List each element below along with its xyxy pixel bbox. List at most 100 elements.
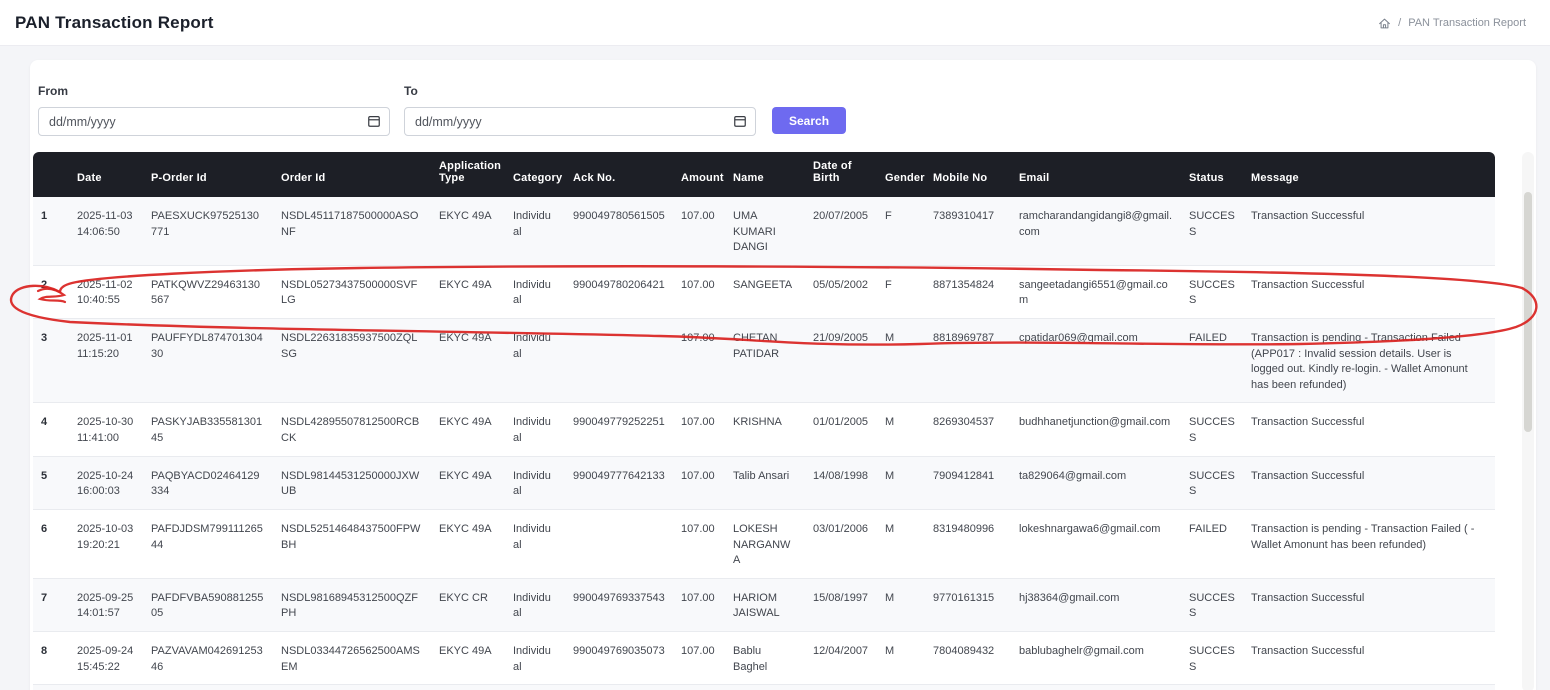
col-category: Category bbox=[505, 152, 565, 197]
cell-mobile-no: 9770161315 bbox=[925, 578, 1011, 631]
top-bar: PAN Transaction Report / PAN Transaction… bbox=[0, 0, 1550, 46]
table-scrollbar[interactable] bbox=[1522, 152, 1534, 690]
cell-category: Individual bbox=[505, 578, 565, 631]
calendar-icon[interactable] bbox=[733, 114, 747, 128]
page-content: From To Search bbox=[0, 46, 1550, 690]
breadcrumb-separator: / bbox=[1398, 17, 1401, 29]
cell-gender: F bbox=[877, 685, 925, 690]
col-ack-no: Ack No. bbox=[565, 152, 673, 197]
col-message: Message bbox=[1243, 152, 1495, 197]
cell-name: SANGEETA bbox=[725, 265, 805, 318]
home-icon[interactable] bbox=[1378, 17, 1391, 30]
col-email: Email bbox=[1011, 152, 1181, 197]
cell-ack-no: 990049769337543 bbox=[565, 578, 673, 631]
cell-p-order-id: PAFDJDSM79911126544 bbox=[143, 509, 273, 578]
to-label: To bbox=[404, 84, 756, 98]
table-row: 12025-11-03 14:06:50PAESXUCK97525130771N… bbox=[33, 197, 1495, 265]
cell-index: 8 bbox=[33, 631, 69, 684]
cell-gender: M bbox=[877, 578, 925, 631]
cell-index: 6 bbox=[33, 509, 69, 578]
cell-name: Talib Ansari bbox=[725, 456, 805, 509]
cell-order-id: NSDL42895507812500RCBCK bbox=[273, 403, 431, 456]
table-header-row: DateP-Order IdOrder IdApplication TypeCa… bbox=[33, 152, 1495, 197]
table-row: 82025-09-24 15:45:22PAZVAVAM04269125346N… bbox=[33, 631, 1495, 684]
cell-ack-no: 990049780206421 bbox=[565, 265, 673, 318]
cell-date-of-birth: 15/08/1997 bbox=[805, 578, 877, 631]
table-row: 62025-10-03 19:20:21PAFDJDSM79911126544N… bbox=[33, 509, 1495, 578]
cell-status: SUCCESS bbox=[1181, 265, 1243, 318]
cell-ack-no bbox=[565, 509, 673, 578]
cell-application-type: EKYC 49A bbox=[431, 265, 505, 318]
cell-email: sangeetadangi6551@gmail.com bbox=[1011, 265, 1181, 318]
cell-date: 2025-11-01 11:15:20 bbox=[69, 319, 143, 403]
to-date-input[interactable] bbox=[404, 107, 756, 136]
cell-name: CHETAN PATIDAR bbox=[725, 319, 805, 403]
cell-status: SUCCESS bbox=[1181, 403, 1243, 456]
cell-mobile-no: 8889793040 bbox=[925, 685, 1011, 690]
cell-mobile-no: 8818969787 bbox=[925, 319, 1011, 403]
cell-ack-no: 990049768624943 bbox=[565, 685, 673, 690]
cell-p-order-id: PAFDFVBA59088125505 bbox=[143, 578, 273, 631]
cell-p-order-id: PAUFFYDL87470130430 bbox=[143, 319, 273, 403]
col-date: Date bbox=[69, 152, 143, 197]
cell-p-order-id: PATKQWVZ29463130567 bbox=[143, 265, 273, 318]
calendar-icon[interactable] bbox=[367, 114, 381, 128]
cell-ack-no: 990049769035073 bbox=[565, 631, 673, 684]
cell-gender: M bbox=[877, 631, 925, 684]
cell-date-of-birth: 20/07/2005 bbox=[805, 197, 877, 265]
scrollbar-thumb[interactable] bbox=[1524, 192, 1532, 432]
col-mobile-no: Mobile No bbox=[925, 152, 1011, 197]
cell-application-type: EKYC 49A bbox=[431, 456, 505, 509]
breadcrumb: / PAN Transaction Report bbox=[1378, 16, 1526, 30]
cell-amount: 107.00 bbox=[673, 403, 725, 456]
cell-mobile-no: 7909412841 bbox=[925, 456, 1011, 509]
cell-application-type: EKYC 49A bbox=[431, 197, 505, 265]
cell-ack-no: 990049777642133 bbox=[565, 456, 673, 509]
cell-application-type: EKYC 49A bbox=[431, 685, 505, 690]
report-card: From To Search bbox=[30, 60, 1536, 690]
cell-mobile-no: 7389310417 bbox=[925, 197, 1011, 265]
cell-email: bablubaghelr@gmail.com bbox=[1011, 631, 1181, 684]
cell-p-order-id: PAQKQCPA37722125168 bbox=[143, 685, 273, 690]
col-p-order-id: P-Order Id bbox=[143, 152, 273, 197]
cell-name: UMA KUMARI DANGI bbox=[725, 197, 805, 265]
col-name: Name bbox=[725, 152, 805, 197]
filter-row: From To Search bbox=[30, 84, 1536, 152]
cell-name: HARIOM JAISWAL bbox=[725, 578, 805, 631]
page-title: PAN Transaction Report bbox=[15, 13, 214, 33]
cell-message: Transaction Successful bbox=[1243, 403, 1495, 456]
col-order-id: Order Id bbox=[273, 152, 431, 197]
cell-application-type: EKYC 49A bbox=[431, 631, 505, 684]
cell-gender: M bbox=[877, 456, 925, 509]
cell-email: hj38364@gmail.com bbox=[1011, 578, 1181, 631]
cell-message: Transaction is pending - Transaction Fai… bbox=[1243, 509, 1495, 578]
from-date-input[interactable] bbox=[38, 107, 390, 136]
cell-amount: 107.00 bbox=[673, 685, 725, 690]
cell-category: Individual bbox=[505, 509, 565, 578]
table-body: 12025-11-03 14:06:50PAESXUCK97525130771N… bbox=[33, 197, 1495, 690]
cell-amount: 107.00 bbox=[673, 631, 725, 684]
cell-date-of-birth: 12/04/2007 bbox=[805, 631, 877, 684]
cell-mobile-no: 8319480996 bbox=[925, 509, 1011, 578]
table-header: DateP-Order IdOrder IdApplication TypeCa… bbox=[33, 152, 1495, 197]
cell-index: 9 bbox=[33, 685, 69, 690]
cell-amount: 107.00 bbox=[673, 509, 725, 578]
cell-date-of-birth: 21/09/2005 bbox=[805, 319, 877, 403]
col-index bbox=[33, 152, 69, 197]
col-application-type: Application Type bbox=[431, 152, 505, 197]
cell-gender: M bbox=[877, 319, 925, 403]
cell-index: 7 bbox=[33, 578, 69, 631]
cell-category: Individual bbox=[505, 319, 565, 403]
search-button[interactable]: Search bbox=[772, 107, 846, 134]
col-status: Status bbox=[1181, 152, 1243, 197]
cell-category: Individual bbox=[505, 456, 565, 509]
cell-order-id: NSDL03344726562500AMSEM bbox=[273, 631, 431, 684]
cell-p-order-id: PASKYJAB33558130145 bbox=[143, 403, 273, 456]
breadcrumb-current[interactable]: PAN Transaction Report bbox=[1408, 17, 1526, 29]
cell-p-order-id: PAQBYACD02464129334 bbox=[143, 456, 273, 509]
cell-date: 2025-09-24 15:45:22 bbox=[69, 631, 143, 684]
cell-status: SUCCESS bbox=[1181, 631, 1243, 684]
cell-status: FAILED bbox=[1181, 509, 1243, 578]
cell-date-of-birth: 05/05/2002 bbox=[805, 265, 877, 318]
cell-amount: 107.00 bbox=[673, 319, 725, 403]
